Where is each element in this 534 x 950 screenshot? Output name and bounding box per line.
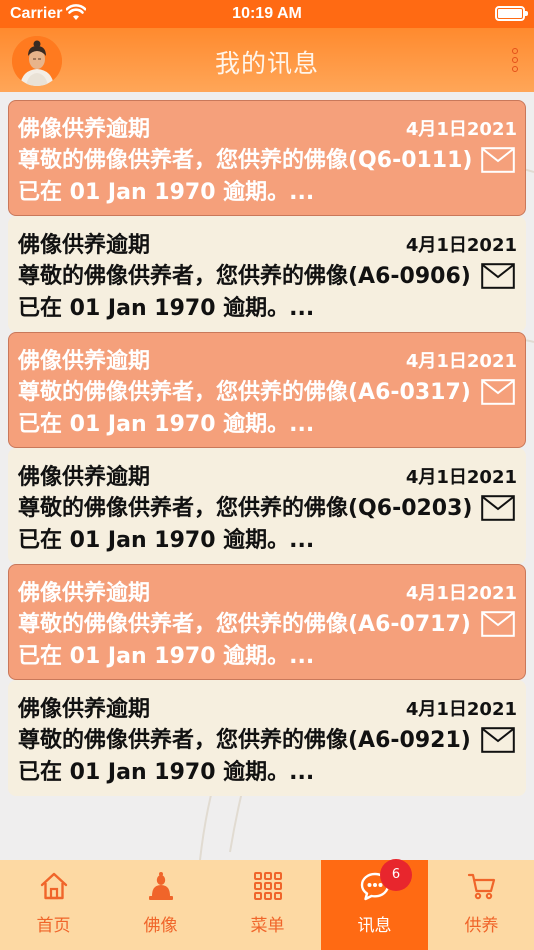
message-title: 佛像供养逾期 xyxy=(18,581,151,606)
message-title: 佛像供养逾期 xyxy=(18,697,151,722)
message-body: 尊敬的佛像供养者，您供养的佛像(Q6-0111) 已在 01 Jan 1970 … xyxy=(18,148,473,205)
envelope-icon xyxy=(481,263,515,289)
message-date: 4月1日2021 xyxy=(405,235,517,256)
envelope-icon xyxy=(481,727,515,753)
tab-menu[interactable]: 菜单 xyxy=(214,860,321,950)
message-body: 尊敬的佛像供养者，您供养的佛像(A6-0717) 已在 01 Jan 1970 … xyxy=(18,612,471,669)
message-card[interactable]: 佛像供养逾期 4月1日2021 尊敬的佛像供养者，您供养的佛像(A6-0906)… xyxy=(8,216,526,332)
message-body: 尊敬的佛像供养者，您供养的佛像(A6-0317) 已在 01 Jan 1970 … xyxy=(18,380,471,437)
message-title: 佛像供养逾期 xyxy=(18,465,151,490)
tab-messages[interactable]: 6 讯息 xyxy=(321,859,428,950)
tab-label: 菜单 xyxy=(250,916,285,936)
page-title: 我的讯息 xyxy=(214,49,319,78)
messages-content[interactable]: 佛像供养逾期 4月1日2021 尊敬的佛像供养者，您供养的佛像(Q6-0111)… xyxy=(0,92,534,860)
envelope-icon xyxy=(481,379,515,405)
cart-icon xyxy=(467,873,496,900)
message-title: 佛像供养逾期 xyxy=(18,117,151,142)
message-card[interactable]: 佛像供养逾期 4月1日2021 尊敬的佛像供养者，您供养的佛像(A6-0921)… xyxy=(8,680,526,796)
home-icon xyxy=(40,872,68,900)
message-card[interactable]: 佛像供养逾期 4月1日2021 尊敬的佛像供养者，您供养的佛像(Q6-0111)… xyxy=(8,100,526,216)
status-bar: Carrier 10:19 AM xyxy=(0,0,534,28)
envelope-icon xyxy=(481,495,515,521)
message-date: 4月1日2021 xyxy=(405,467,517,488)
grid-menu-icon xyxy=(254,872,282,900)
more-vertical-icon[interactable] xyxy=(510,48,520,76)
message-list: 佛像供养逾期 4月1日2021 尊敬的佛像供养者，您供养的佛像(Q6-0111)… xyxy=(8,100,526,796)
message-date: 4月1日2021 xyxy=(405,351,517,372)
buddha-statue-icon xyxy=(149,872,173,900)
message-card[interactable]: 佛像供养逾期 4月1日2021 尊敬的佛像供养者，您供养的佛像(A6-0317)… xyxy=(8,332,526,448)
app-header: 我的讯息 xyxy=(0,28,534,92)
clock-time: 10:19 AM xyxy=(232,5,302,22)
message-date: 4月1日2021 xyxy=(405,583,517,604)
message-title: 佛像供养逾期 xyxy=(18,349,151,374)
message-body: 尊敬的佛像供养者，您供养的佛像(Q6-0203) 已在 01 Jan 1970 … xyxy=(18,496,473,553)
message-body: 尊敬的佛像供养者，您供养的佛像(A6-0906) 已在 01 Jan 1970 … xyxy=(18,264,471,321)
battery-icon xyxy=(495,6,528,21)
tab-label: 供养 xyxy=(464,916,499,936)
tab-buddha[interactable]: 佛像 xyxy=(107,860,214,950)
envelope-icon xyxy=(481,147,515,173)
message-date: 4月1日2021 xyxy=(405,699,517,720)
message-title: 佛像供养逾期 xyxy=(18,233,151,258)
bottom-tab-bar: 首页 佛像 菜单 6 讯息 供养 xyxy=(0,859,534,950)
tab-home[interactable]: 首页 xyxy=(0,860,107,950)
message-card[interactable]: 佛像供养逾期 4月1日2021 尊敬的佛像供养者，您供养的佛像(Q6-0203)… xyxy=(8,448,526,564)
unread-badge: 6 xyxy=(380,859,412,891)
tab-label: 首页 xyxy=(36,916,71,936)
message-card[interactable]: 佛像供养逾期 4月1日2021 尊敬的佛像供养者，您供养的佛像(A6-0717)… xyxy=(8,564,526,680)
envelope-icon xyxy=(481,611,515,637)
message-date: 4月1日2021 xyxy=(405,119,517,140)
tab-label: 佛像 xyxy=(143,916,178,936)
tab-offering[interactable]: 供养 xyxy=(428,860,534,950)
tab-label: 讯息 xyxy=(357,916,392,936)
message-body: 尊敬的佛像供养者，您供养的佛像(A6-0921) 已在 01 Jan 1970 … xyxy=(18,728,471,785)
